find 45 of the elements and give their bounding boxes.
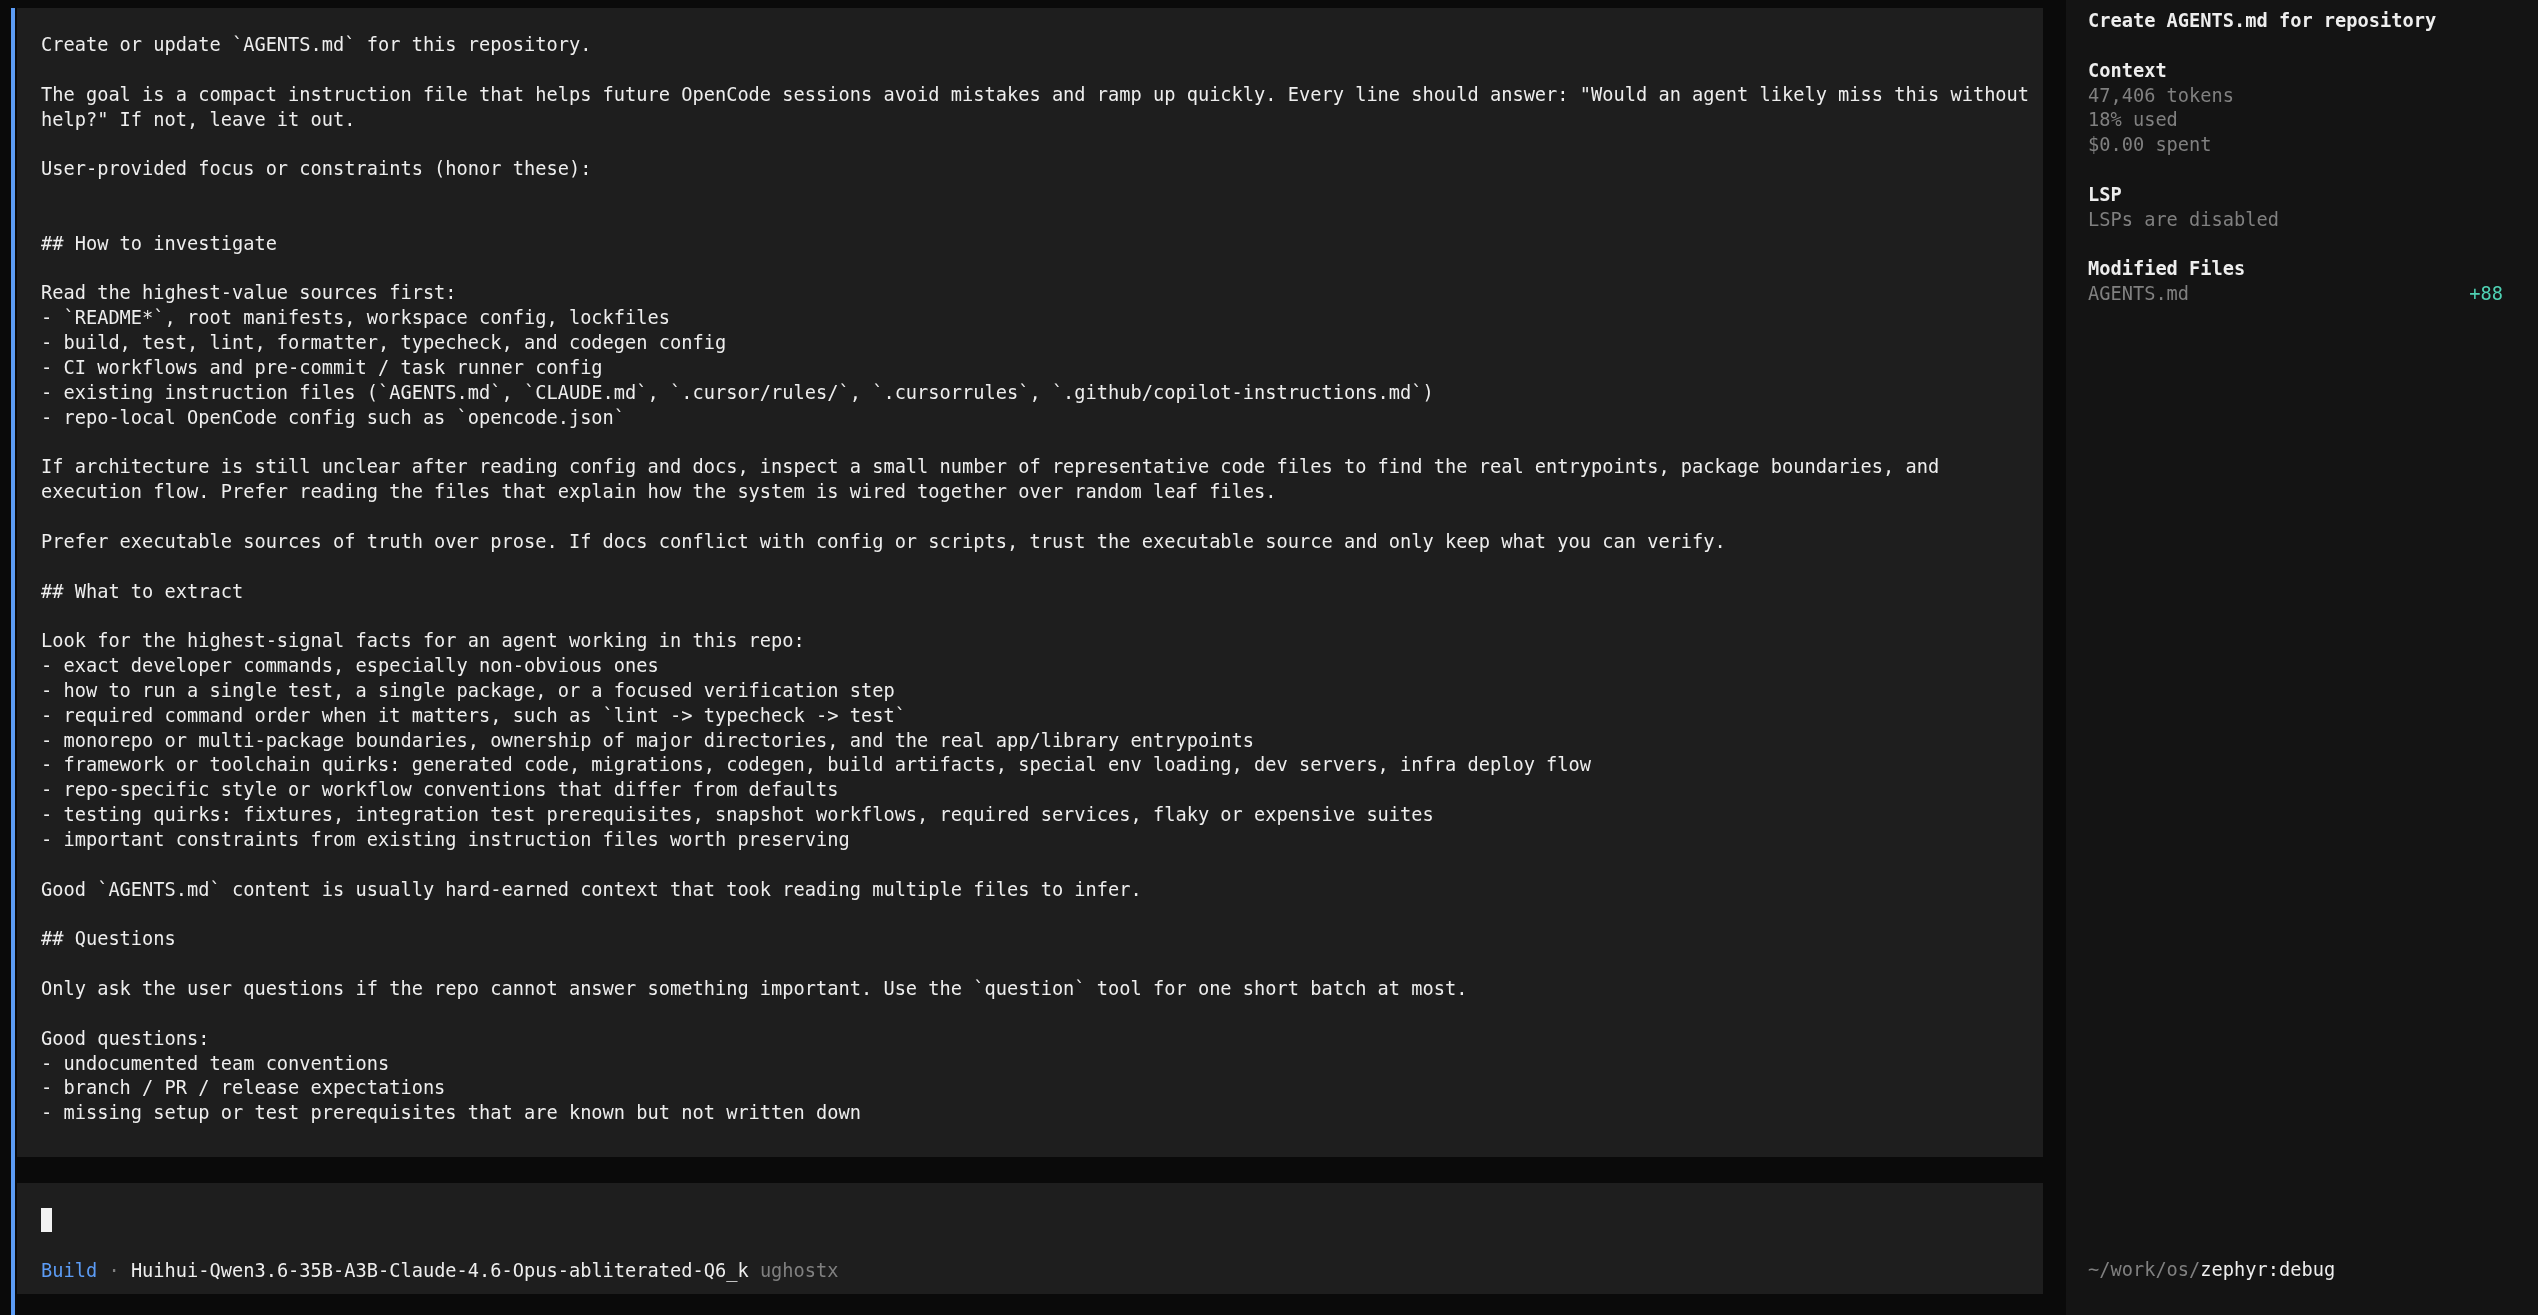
working-directory: ~/work/os/zephyr:debug	[2088, 1258, 2336, 1283]
list-item: - monorepo or multi-package boundaries, ownership of major directories, and the real app/library entrypoints	[41, 728, 1255, 753]
agent-name: Build	[41, 1258, 98, 1283]
list-intro: Read the highest-value sources first:	[41, 281, 457, 306]
message-paragraph: Create or update `AGENTS.md` for this repository.	[41, 33, 592, 57]
list-item: - testing quirks: fixtures, integration test prerequisites, snapshot workflows, required services, flaky or expensive suites	[41, 803, 1434, 828]
list-item: - missing setup or test prerequisites that are known but not written down	[41, 1101, 861, 1126]
section-heading: ## What to extract	[41, 579, 244, 604]
sidebar-heading: Modified Files	[2088, 257, 2246, 282]
additions-count: +88	[2469, 282, 2503, 307]
sidebar-text: $0.00 spent	[2088, 133, 2212, 158]
session-title: Create AGENTS.md for repository	[2088, 9, 2437, 33]
sidebar-heading: LSP	[2088, 182, 2122, 207]
list-item: - required command order when it matters, such as `lint -> typecheck -> test`	[41, 703, 906, 728]
list-intro: Look for the highest-signal facts for an agent working in this repo:	[41, 629, 805, 654]
list-item: - exact developer commands, especially non-obvious ones	[41, 654, 659, 679]
separator-dot: ·	[108, 1258, 120, 1283]
list-item: - existing instruction files (`AGENTS.md`, `CLAUDE.md`, `.cursor/rules/`, `.cursorrules`, `.github/copilot-instructions.md`)	[41, 380, 1434, 405]
list-item: - repo-specific style or workflow conventions that differ from defaults	[41, 778, 839, 803]
sidebar-text: 18% used	[2088, 108, 2178, 133]
list-item: - framework or toolchain quirks: generated code, migrations, codegen, build artifacts, special env loading, dev servers, infra deploy flow	[41, 753, 1592, 778]
message-paragraph: Only ask the user questions if the repo cannot answer something important. Use the `question` tool for one short batch at most.	[41, 977, 1468, 1002]
file-name: AGENTS.md	[2088, 282, 2190, 307]
message-paragraph: Prefer executable sources of truth over prose. If docs conflict with config or scripts, trust the executable source and only keep what you can verify.	[41, 529, 1726, 554]
message-paragraph: If architecture is still unclear after reading config and docs, inspect a small number of representative code files to find the real entrypoints, package boundaries, and execution flow. Prefer reading the files that explain how the system is wired together over random leaf files.	[41, 455, 1941, 505]
list-item: - how to run a single test, a single package, or a focused verification step	[41, 678, 895, 703]
cursor-icon	[41, 1208, 52, 1233]
list-intro: Good questions:	[41, 1026, 210, 1051]
constraints-label: User-provided focus or constraints (honor these):	[41, 157, 592, 182]
list-item: - CI workflows and pre-commit / task runner config	[41, 355, 603, 380]
sidebar-heading: Context	[2088, 58, 2167, 83]
list-item: - build, test, lint, formatter, typecheck, and codegen config	[41, 331, 727, 356]
section-heading: ## Questions	[41, 927, 176, 952]
list-item: - repo-local OpenCode config such as `opencode.json`	[41, 405, 626, 430]
message-paragraph: The goal is a compact instruction file that helps future OpenCode sessions avoid mistakes and ramp up quickly. Every line should answer: "Would an agent likely miss this without help?" If not, leave it out.	[41, 82, 2031, 132]
list-item: - undocumented team conventions	[41, 1051, 390, 1076]
provider-name: ughostx	[759, 1258, 839, 1283]
model-name: Huihui-Qwen3.6-35B-A3B-Claude-4.6-Opus-abliterated-Q6_k	[130, 1258, 749, 1284]
sidebar-text: 47,406 tokens	[2088, 83, 2235, 108]
section-heading: ## How to investigate	[41, 231, 277, 256]
list-item: - important constraints from existing instruction files worth preserving	[41, 828, 850, 852]
list-item: - `README*`, root manifests, workspace config, lockfiles	[41, 306, 670, 331]
sidebar-text: LSPs are disabled	[2088, 207, 2279, 232]
list-item: - branch / PR / release expectations	[41, 1076, 446, 1101]
message-paragraph: Good `AGENTS.md` content is usually hard-earned context that took reading multiple files to infer.	[41, 877, 1142, 902]
